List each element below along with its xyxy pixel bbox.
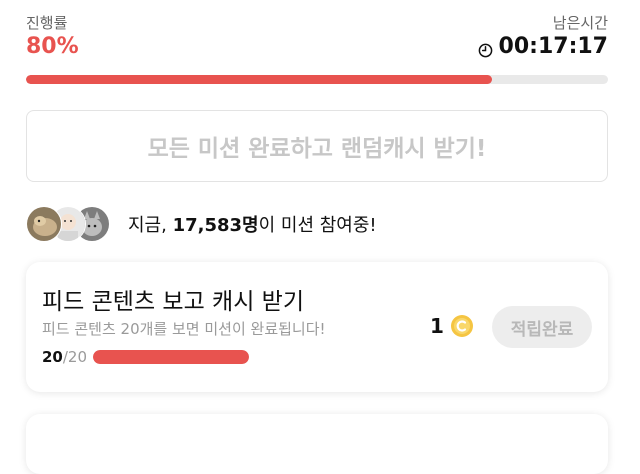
- progress-label: 진행률: [26, 14, 68, 32]
- mission-card[interactable]: 피드 콘텐츠 보고 캐시 받기 피드 콘텐츠 20개를 보면 미션이 완료됩니다…: [26, 262, 608, 392]
- clock-icon: [478, 39, 493, 58]
- participant-avatars: [26, 206, 122, 242]
- remaining-time-value: 00:17:17: [498, 34, 608, 59]
- participants-suffix: 이 미션 참여중!: [258, 215, 377, 236]
- mission-title: 피드 콘텐츠 보고 캐시 받기: [42, 289, 305, 315]
- remaining-time: 00:17:17: [478, 34, 608, 59]
- progress-value: 80%: [26, 34, 79, 59]
- claimed-button[interactable]: 적립완료: [492, 306, 592, 348]
- mission-progress: 20 /20: [42, 348, 250, 366]
- participants-prefix: 지금,: [128, 215, 173, 236]
- coin-icon: [450, 314, 474, 338]
- mission-count-done: 20: [42, 348, 63, 366]
- mission-card[interactable]: [26, 414, 608, 474]
- mission-description: 피드 콘텐츠 20개를 보면 미션이 완료됩니다!: [42, 320, 326, 338]
- reward-button-label: 모든 미션 완료하고 랜덤캐시 받기!: [147, 136, 487, 162]
- mission-reward-value: 1: [430, 314, 444, 338]
- mission-progress-fill: [93, 350, 250, 364]
- overall-progress-fill: [26, 75, 492, 84]
- claimed-button-label: 적립완료: [510, 319, 574, 340]
- participants-count: 17,583명: [172, 215, 259, 236]
- remaining-time-label: 남은시간: [552, 14, 608, 32]
- mission-header: 진행률 80% 남은시간 00:17:17: [26, 12, 608, 64]
- random-cash-reward-button[interactable]: 모든 미션 완료하고 랜덤캐시 받기!: [26, 110, 608, 182]
- mission-progress-bar: [93, 350, 250, 364]
- avatar: [26, 206, 62, 242]
- participants-text: 지금, 17,583명이 미션 참여중!: [128, 211, 377, 237]
- overall-progress-bar: [26, 75, 608, 84]
- participants-banner: 지금, 17,583명이 미션 참여중!: [26, 206, 377, 242]
- mission-count-total: /20: [62, 348, 88, 366]
- mission-reward: 1: [430, 314, 474, 338]
